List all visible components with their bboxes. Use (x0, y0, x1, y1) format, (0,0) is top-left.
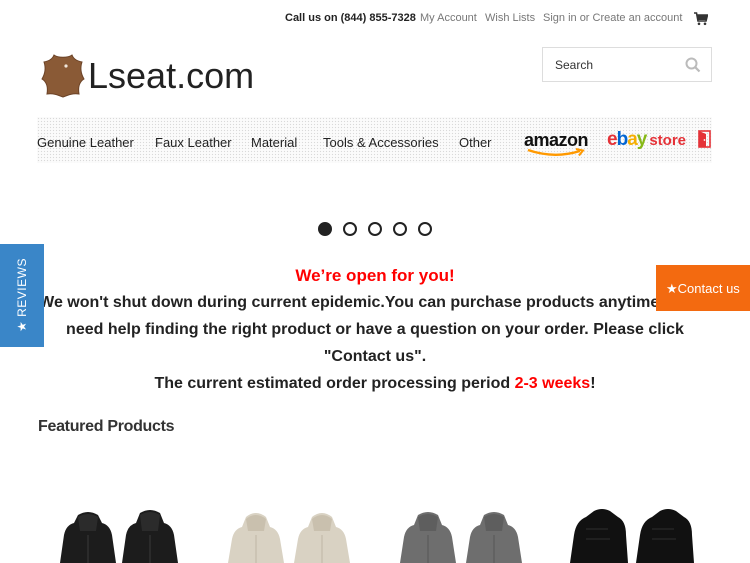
ebay-letter-y: y (636, 129, 648, 150)
product-card[interactable] (566, 505, 706, 563)
product-image[interactable] (394, 505, 534, 563)
processing-prefix: The current estimated order processing p… (154, 375, 515, 392)
product-card[interactable] (394, 505, 534, 563)
announcement-block: We’re open for you! We won't shut down d… (0, 262, 750, 397)
reviews-tab-label: ★ REVIEWS (15, 258, 29, 332)
reviews-tab[interactable]: ★ REVIEWS (0, 244, 44, 347)
ebay-letter-e: e (607, 129, 618, 150)
nav-tools-accessories[interactable]: Tools & Accessories (323, 135, 439, 150)
carousel-dot-3[interactable] (368, 222, 382, 236)
carousel-dot-4[interactable] (393, 222, 407, 236)
amazon-store-link[interactable]: amazon (524, 130, 590, 158)
nav-faux-leather[interactable]: Faux Leather (155, 135, 232, 150)
amazon-smile-icon (527, 148, 585, 157)
nav-material[interactable]: Material (251, 135, 297, 150)
product-image[interactable] (566, 505, 706, 563)
nav-other[interactable]: Other (459, 135, 492, 150)
wish-lists-link[interactable]: Wish Lists (485, 12, 535, 24)
ebay-letter-b: b (616, 129, 629, 150)
product-card[interactable] (52, 505, 192, 563)
leather-hide-icon (41, 54, 85, 98)
ebay-store-link[interactable]: ebay store (607, 129, 712, 155)
cart-icon[interactable] (694, 12, 708, 26)
carousel-dot-2[interactable] (343, 222, 357, 236)
search-icon[interactable] (685, 57, 701, 73)
top-utility-bar: Call us on (844) 855-7328 My Account Wis… (0, 12, 750, 28)
processing-period: 2-3 weeks (514, 375, 591, 392)
featured-products-heading: Featured Products (38, 418, 175, 435)
carousel-dot-1[interactable] (318, 222, 332, 236)
logo-text: Lseat.com (88, 55, 255, 96)
product-card[interactable] (222, 505, 362, 563)
ebay-letter-a: a (627, 129, 638, 150)
product-image[interactable] (222, 505, 362, 563)
main-navigation: Genuine Leather Faux Leather Material To… (37, 117, 712, 163)
processing-period-line: The current estimated order processing p… (0, 370, 750, 397)
my-account-link[interactable]: My Account (420, 12, 477, 24)
nav-genuine-leather[interactable]: Genuine Leather (37, 135, 134, 150)
contact-us-tab[interactable]: ★Contact us (656, 265, 750, 311)
carousel-dot-5[interactable] (418, 222, 432, 236)
search-box[interactable] (542, 47, 712, 82)
product-image[interactable] (52, 505, 192, 563)
sign-in-link[interactable]: Sign in or Create an account (543, 12, 682, 24)
phone-number: Call us on (844) 855-7328 (285, 12, 416, 24)
store-door-icon (698, 130, 711, 148)
announcement-headline: We’re open for you! (295, 266, 455, 285)
search-input[interactable] (543, 48, 683, 81)
announcement-body: We won't shut down during current epidem… (39, 294, 711, 365)
processing-suffix: ! (590, 375, 596, 392)
ebay-store-text: store (649, 132, 687, 149)
